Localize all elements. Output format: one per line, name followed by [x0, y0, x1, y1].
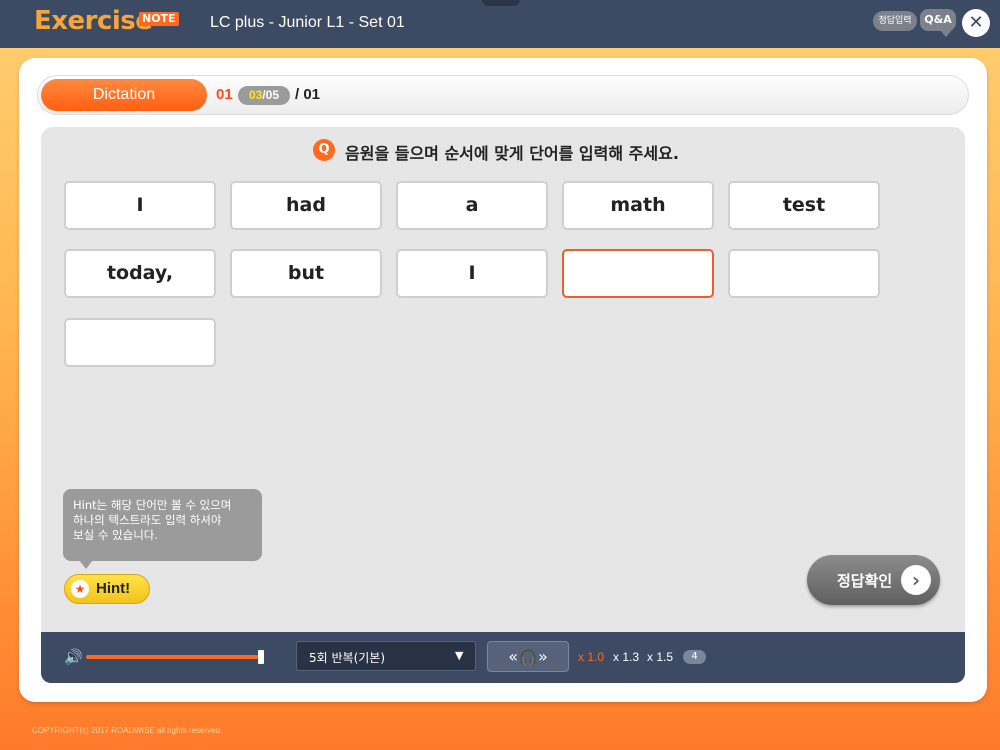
word-box[interactable]: today, — [64, 249, 216, 298]
word-input-active[interactable] — [562, 249, 714, 298]
progress-suffix: / 01 — [295, 86, 321, 103]
word-input[interactable] — [728, 249, 880, 298]
listen-button[interactable]: «🎧» — [487, 641, 569, 672]
logo-note-tag: NOTE — [139, 12, 179, 26]
hint-tooltip-line: 보실 수 있습니다. — [73, 528, 159, 542]
word-box[interactable]: math — [562, 181, 714, 230]
volume-slider[interactable] — [86, 655, 262, 659]
volume-icon[interactable]: 🔊 — [64, 648, 83, 666]
hint-tooltip-arrow — [79, 560, 93, 569]
chevron-right-icon: › — [901, 565, 931, 595]
hint-button[interactable]: ★ Hint! — [64, 574, 150, 604]
speed-option[interactable]: x 1.3 — [613, 650, 639, 664]
volume-handle[interactable] — [258, 650, 264, 664]
word-box[interactable]: had — [230, 181, 382, 230]
word-box[interactable]: test — [728, 181, 880, 230]
check-answer-label: 정답확인 — [837, 572, 893, 590]
hint-label: Hint! — [96, 580, 131, 597]
headphones-icon: «🎧» — [508, 647, 548, 666]
speed-option[interactable]: x 1.0 — [578, 650, 604, 664]
word-box[interactable]: but — [230, 249, 382, 298]
hint-tooltip: Hint는 해당 단어만 볼 수 있으며 하나의 텍스트라도 입력 하셔야 보실… — [63, 489, 262, 561]
answer-input-button[interactable]: 정답입력 — [873, 11, 917, 31]
caret-down-icon: ▼ — [455, 649, 464, 662]
question-text: 음원을 들으며 순서에 맞게 단어를 입력해 주세요. — [345, 144, 679, 163]
copyright-text: COPYRIGHT(c) 2017 ROADWISE all rights re… — [32, 726, 223, 735]
progress-current: 03 — [248, 88, 263, 102]
check-answer-button[interactable]: 정답확인 › — [807, 555, 940, 605]
word-input[interactable] — [64, 318, 216, 367]
close-icon[interactable]: ✕ — [962, 9, 990, 37]
section-tab-dictation: Dictation — [41, 79, 207, 111]
repeat-select[interactable]: 5회 반복(기본) ▼ — [296, 641, 476, 671]
page-title: LC plus - Junior L1 - Set 01 — [210, 14, 405, 31]
qa-button[interactable]: Q&A — [920, 9, 956, 37]
word-box[interactable]: I — [396, 249, 548, 298]
repeat-count-badge: 4 — [683, 650, 706, 664]
repeat-selected-value: 5회 반복(기본) — [309, 651, 386, 665]
progress-pill: 03/05 — [238, 86, 290, 105]
word-box[interactable]: a — [396, 181, 548, 230]
word-box[interactable]: I — [64, 181, 216, 230]
top-notch — [482, 0, 520, 6]
hint-tooltip-line: Hint는 해당 단어만 볼 수 있으며 — [73, 498, 232, 512]
question-marker: Q — [313, 139, 335, 161]
speed-option[interactable]: x 1.5 — [647, 650, 673, 664]
hint-tooltip-line: 하나의 텍스트라도 입력 하셔야 — [73, 513, 222, 527]
app-logo: Exercise — [34, 6, 153, 36]
progress-total: 05 — [265, 88, 280, 102]
progress-prefix: 01 — [216, 86, 233, 103]
volume-fill — [86, 655, 259, 659]
star-icon: ★ — [71, 580, 89, 598]
